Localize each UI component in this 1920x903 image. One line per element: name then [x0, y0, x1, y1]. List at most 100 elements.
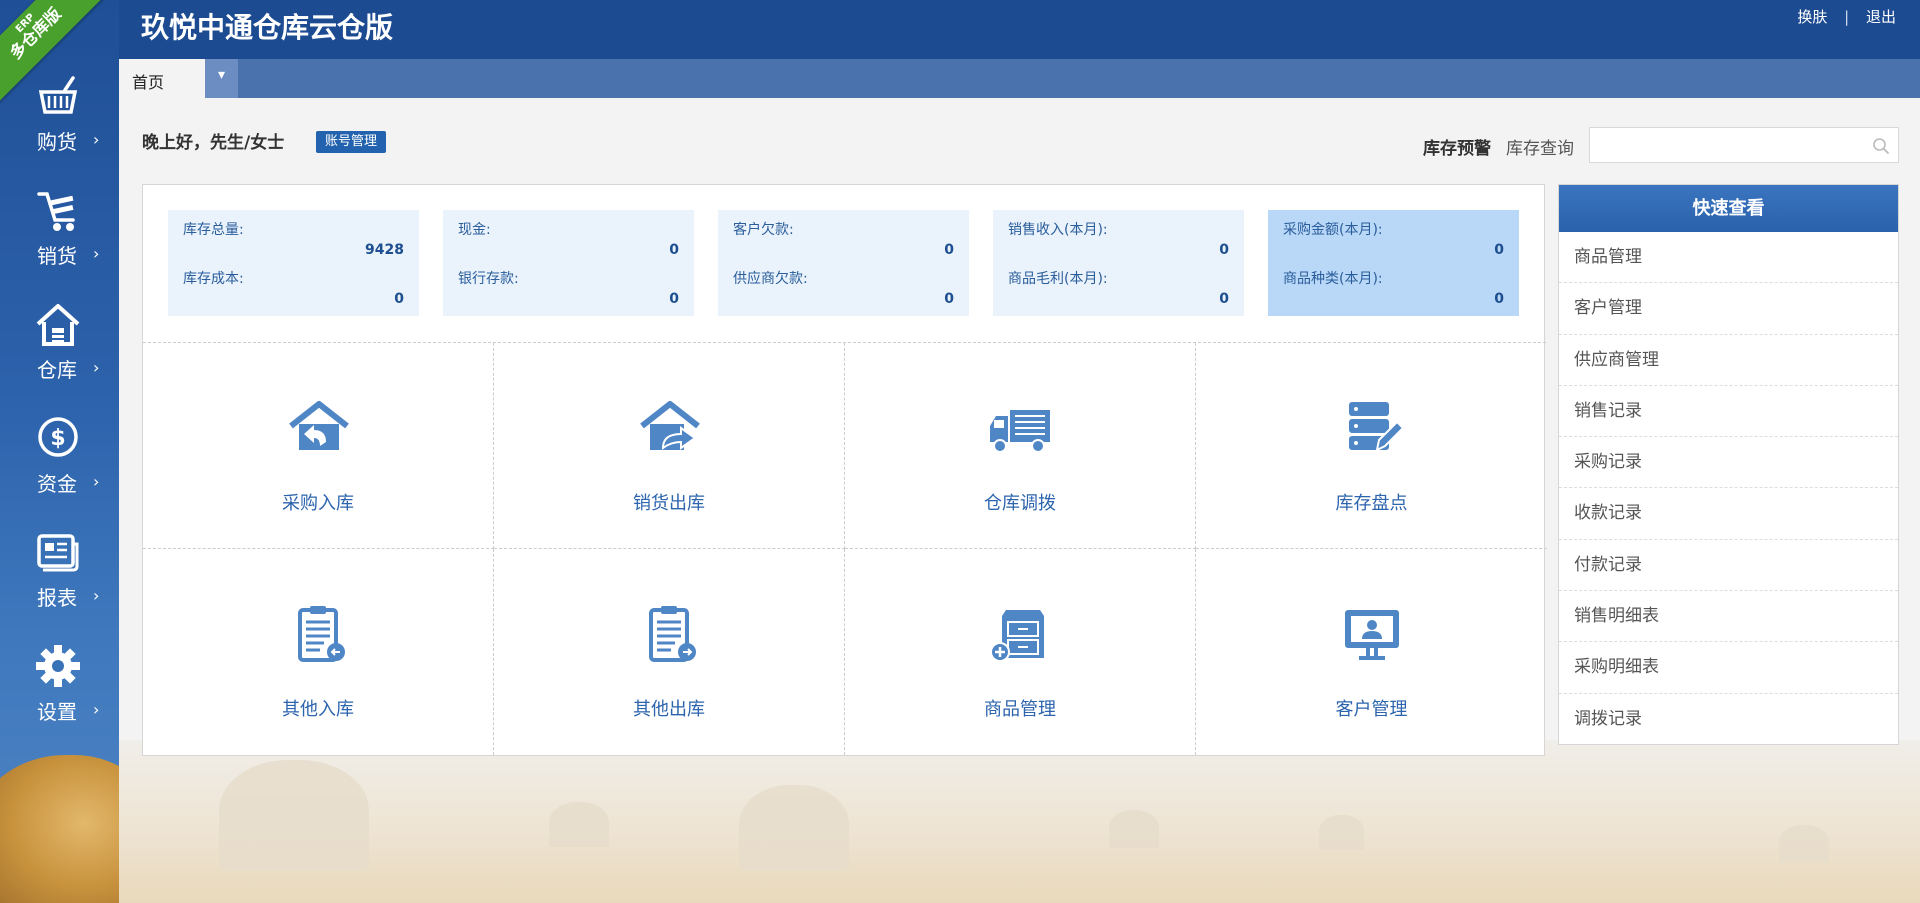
quick-item-goods[interactable]: 商品管理 [1559, 232, 1898, 284]
quick-item-receipt-records[interactable]: 收款记录 [1559, 488, 1898, 540]
tile-label: 商品管理 [984, 699, 1056, 720]
stat-key: 商品种类(本月): [1283, 271, 1383, 287]
sidebar-item-settings[interactable]: 设置 › [0, 644, 119, 754]
stat-value: 0 [394, 291, 404, 307]
caret-down-icon: ▾ [217, 67, 226, 83]
chevron-right-icon: › [93, 472, 100, 491]
greeting-text: 晚上好，先生/女士 [142, 133, 285, 153]
gear-icon [36, 645, 80, 687]
stat-key: 供应商欠款: [733, 271, 808, 287]
chevron-right-icon: › [93, 586, 100, 605]
quick-item-transfer-records[interactable]: 调拨记录 [1559, 694, 1898, 745]
monitor-user-icon [1345, 610, 1399, 660]
stat-value: 0 [944, 291, 954, 307]
header: 玖悦中通仓库云仓版 换肤 | 退出 [119, 0, 1920, 59]
stat-card-inventory: 库存总量: 9428 库存成本: 0 [168, 210, 419, 316]
chevron-right-icon: › [93, 700, 100, 719]
stat-card-debts: 客户欠款: 0 供应商欠款: 0 [718, 210, 969, 316]
search-icon[interactable] [1872, 137, 1890, 155]
tile-label: 其他出库 [633, 699, 705, 720]
stat-key: 采购金额(本月): [1283, 222, 1383, 238]
sidebar-item-label: 资金 [37, 472, 77, 496]
header-links: 换肤 | 退出 [1791, 6, 1902, 27]
stock-search-input[interactable] [1590, 128, 1860, 162]
quick-view-title: 快速查看 [1559, 185, 1898, 232]
tile-label: 采购入库 [282, 493, 354, 514]
tile-other-out[interactable]: 其他出库 [494, 549, 845, 755]
truck-icon [990, 410, 1050, 453]
sidebar-item-label: 设置 [37, 700, 77, 724]
basket-icon [38, 76, 78, 114]
dashboard-panel: 库存总量: 9428 库存成本: 0 现金: 0 银行存款: 0 客户欠款: 0 供应商欠… [142, 184, 1547, 756]
quick-item-purchase-records[interactable]: 采购记录 [1559, 437, 1898, 489]
stat-value: 9428 [365, 242, 404, 258]
sidebar-item-reports[interactable]: 报表 › [0, 530, 119, 640]
stat-key: 客户欠款: [733, 222, 794, 238]
tile-label: 库存盘点 [1335, 493, 1408, 514]
quick-item-customers[interactable]: 客户管理 [1559, 283, 1898, 335]
report-icon [37, 534, 79, 572]
tab-bar: 首页 ▾ [119, 59, 1920, 98]
tab-home[interactable]: 首页 [119, 59, 205, 98]
quick-item-sales-detail[interactable]: 销售明细表 [1559, 591, 1898, 643]
sidebar-item-label: 销货 [37, 244, 77, 268]
stat-value: 0 [1219, 291, 1229, 307]
stat-key: 销售收入(本月): [1008, 222, 1108, 238]
skin-link[interactable]: 换肤 [1797, 8, 1827, 26]
quick-item-sales-records[interactable]: 销售记录 [1559, 386, 1898, 438]
stats-row: 库存总量: 9428 库存成本: 0 现金: 0 银行存款: 0 客户欠款: 0 供应商欠… [143, 185, 1546, 343]
quick-item-payment-records[interactable]: 付款记录 [1559, 540, 1898, 592]
stat-key: 商品毛利(本月): [1008, 271, 1108, 287]
sidebar-item-label: 报表 [37, 586, 77, 610]
house-in-icon [289, 401, 349, 450]
sidebar-item-label: 购货 [37, 130, 77, 154]
sidebar-item-sales[interactable]: 销货 › [0, 188, 119, 298]
stat-key: 现金: [458, 222, 491, 238]
sidebar-item-funds[interactable]: $ 资金 › [0, 416, 119, 526]
stat-value: 0 [1219, 242, 1229, 258]
quick-item-suppliers[interactable]: 供应商管理 [1559, 335, 1898, 386]
link-separator: | [1844, 8, 1850, 26]
hay-bale-decoration [0, 755, 119, 903]
stat-card-purchase: 采购金额(本月): 0 商品种类(本月): 0 [1268, 210, 1519, 316]
stock-query-label: 库存查询 [1506, 139, 1574, 159]
svg-text:$: $ [50, 426, 65, 451]
shortcut-tiles: 采购入库 销货出库 仓库调拨 库存盘点 其他入库 其他出库 商品管理 客户管理 [143, 343, 1547, 755]
clipboard-out-icon [649, 606, 696, 662]
house-out-icon [640, 401, 700, 451]
tile-label: 仓库调拨 [984, 493, 1056, 514]
stat-key: 库存成本: [183, 271, 244, 287]
dollar-icon: $ [38, 417, 78, 457]
server-edit-icon [1349, 402, 1405, 452]
stock-alert-link[interactable]: 库存预警 [1423, 134, 1491, 159]
stat-value: 0 [944, 242, 954, 258]
app-title: 玖悦中通仓库云仓版 [141, 11, 394, 44]
tile-purchase-in[interactable]: 采购入库 [143, 343, 494, 549]
warehouse-icon [36, 304, 80, 346]
stat-key: 库存总量: [183, 222, 244, 238]
stat-value: 0 [1494, 242, 1504, 258]
sidebar-item-label: 仓库 [37, 358, 77, 382]
tile-other-in[interactable]: 其他入库 [143, 549, 494, 755]
stock-search-box [1589, 127, 1899, 163]
tile-goods-manage[interactable]: 商品管理 [845, 549, 1196, 755]
sidebar-item-purchase[interactable]: 购货 › [0, 74, 119, 184]
tile-customer-manage[interactable]: 客户管理 [1196, 549, 1547, 755]
account-manage-button[interactable]: 账号管理 [316, 131, 387, 153]
tile-transfer[interactable]: 仓库调拨 [845, 343, 1196, 549]
stat-card-cash: 现金: 0 银行存款: 0 [443, 210, 694, 316]
tile-label: 其他入库 [282, 699, 354, 720]
tab-dropdown-button[interactable]: ▾ [205, 59, 238, 98]
sidebar: ERP 多仓库版 购货 › 销货 › 仓库 › $ 资金 › 报表 › 设置 › [0, 0, 119, 903]
stat-key: 银行存款: [458, 271, 519, 287]
stat-card-sales: 销售收入(本月): 0 商品毛利(本月): 0 [993, 210, 1244, 316]
sidebar-item-warehouse[interactable]: 仓库 › [0, 302, 119, 412]
cabinet-add-icon [990, 610, 1044, 662]
quick-item-purchase-detail[interactable]: 采购明细表 [1559, 642, 1898, 694]
stat-value: 0 [1494, 291, 1504, 307]
logout-link[interactable]: 退出 [1866, 8, 1896, 26]
chevron-right-icon: › [93, 358, 100, 377]
background-field [119, 740, 1920, 903]
tile-stocktake[interactable]: 库存盘点 [1196, 343, 1547, 549]
tile-sales-out[interactable]: 销货出库 [494, 343, 845, 549]
